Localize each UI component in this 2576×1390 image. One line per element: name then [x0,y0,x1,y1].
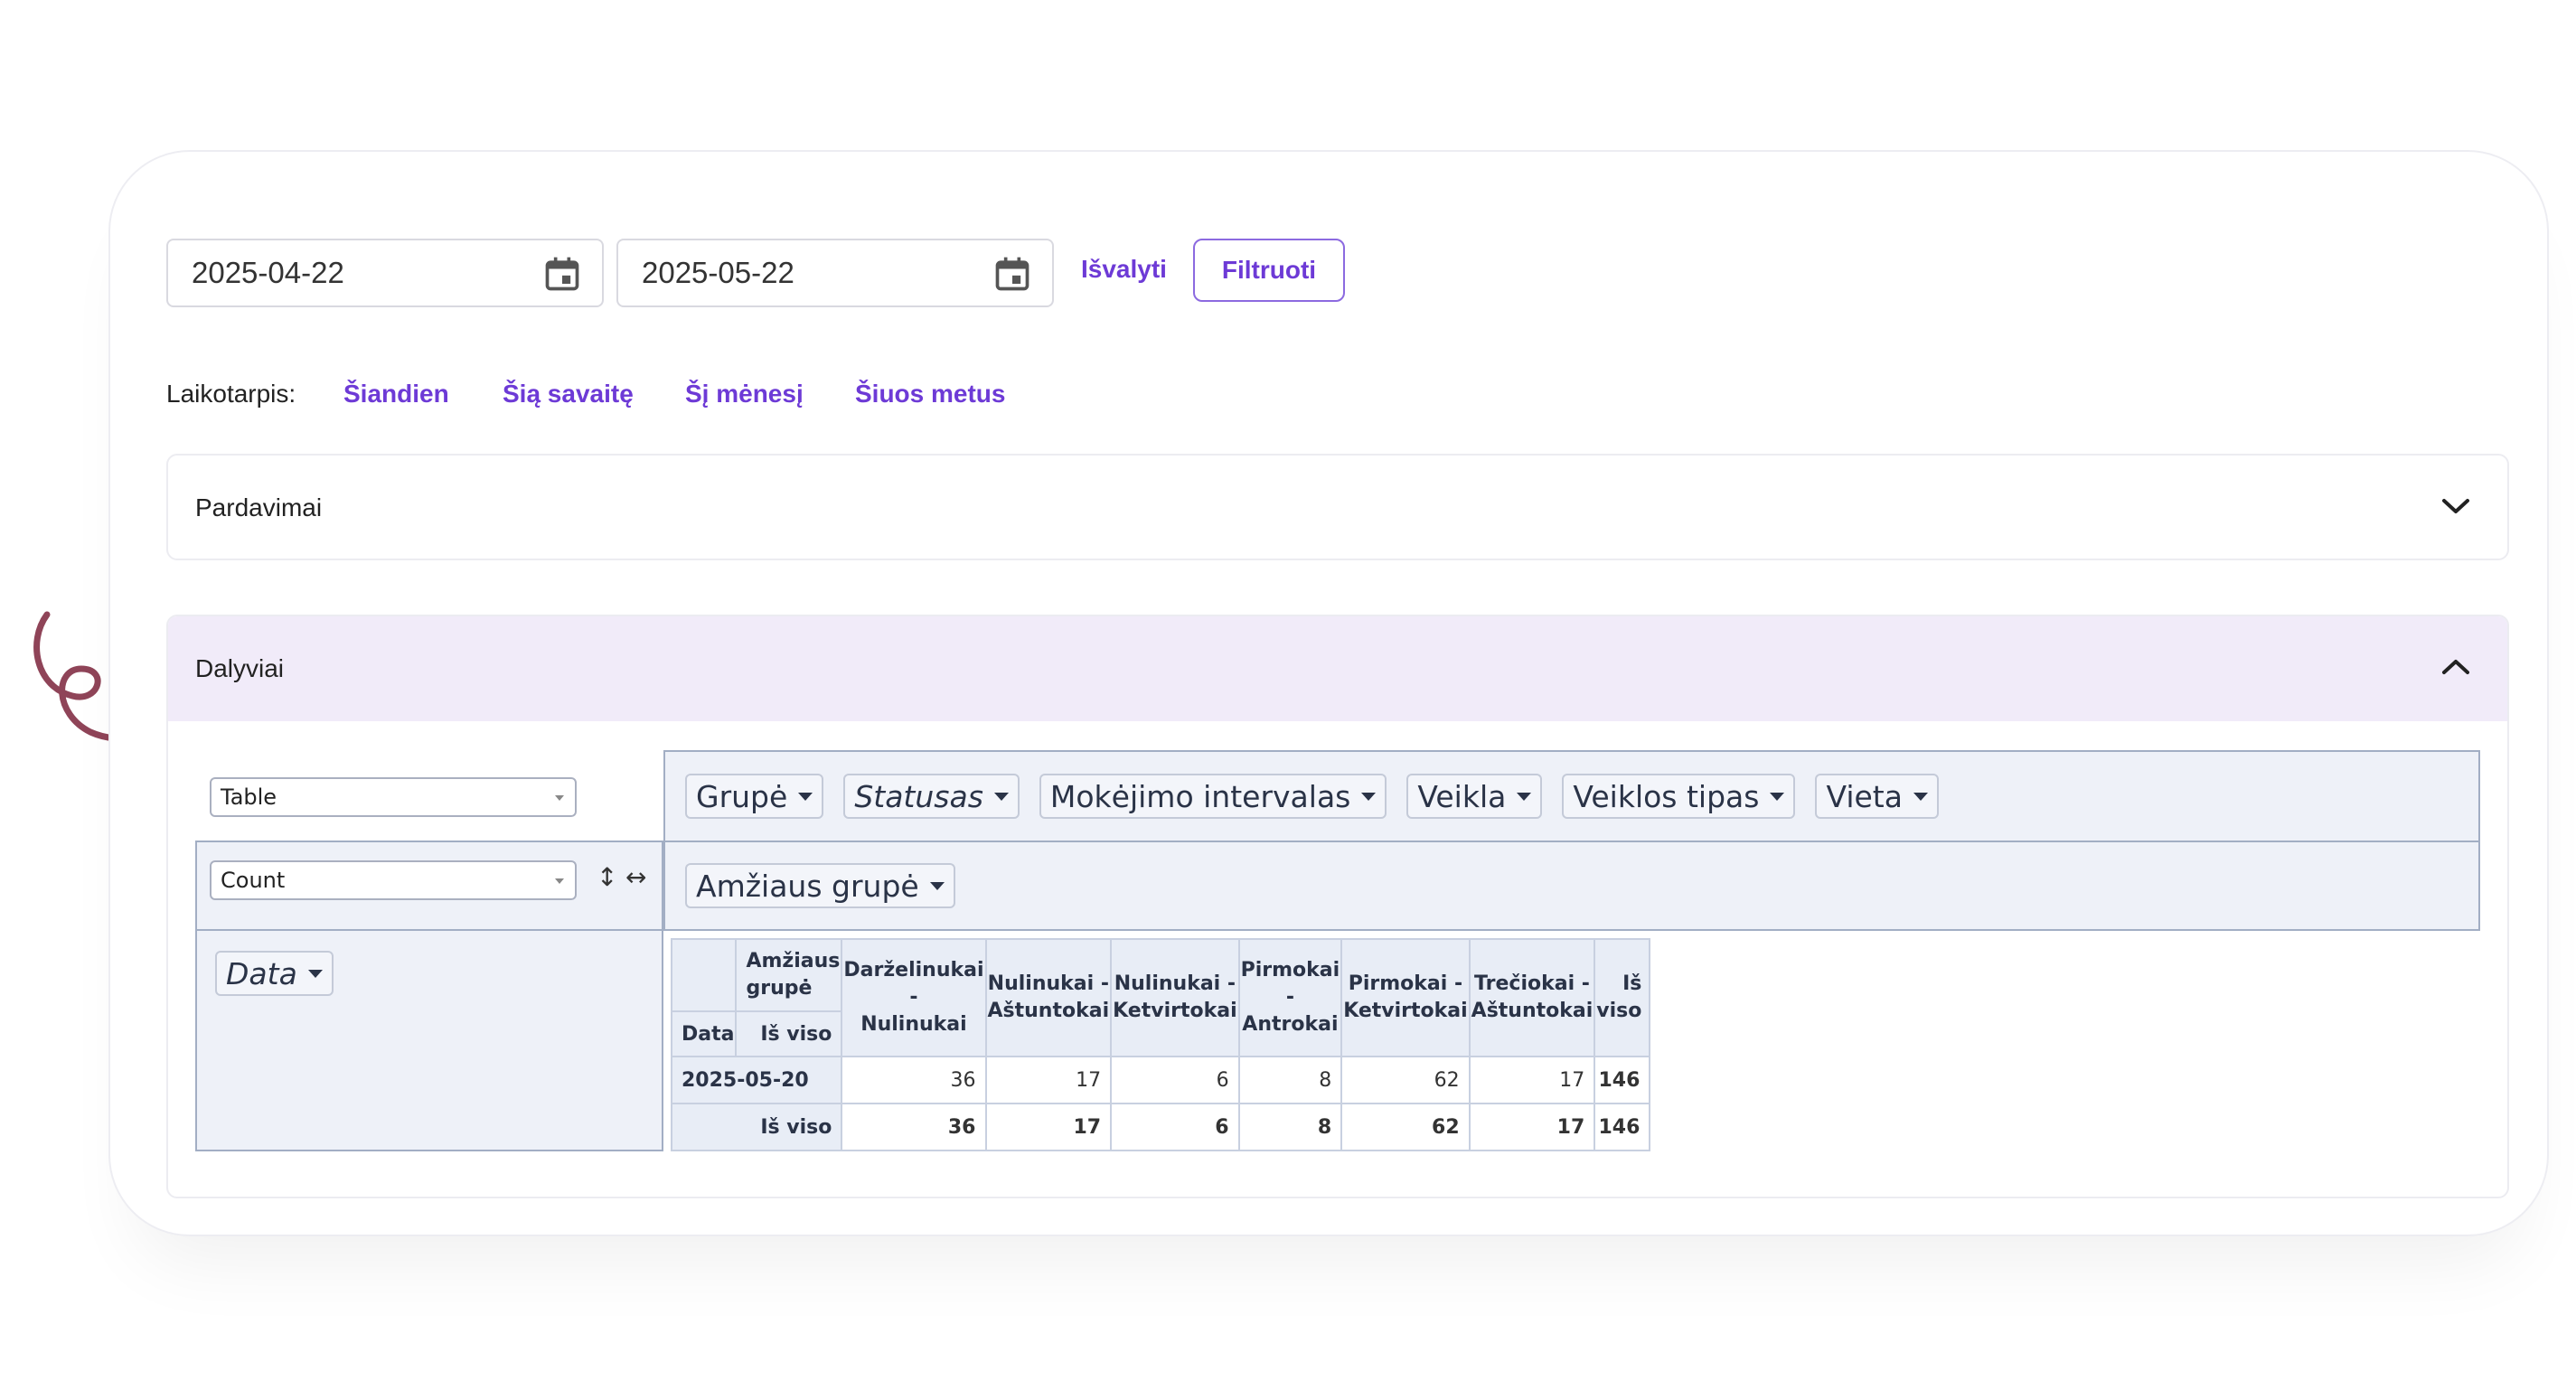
col-sort-toggle[interactable]: ↔ [625,862,646,892]
attr-pill-label: Data [226,955,297,991]
pivot-result-table: Amžiaus grupė Darželinukai - Nulinukai Nu… [670,938,1651,1151]
attr-pill-activity[interactable]: Veikla [1406,774,1543,819]
chevron-up-icon[interactable] [2440,656,2471,678]
date-to-value: 2025-05-22 [642,256,794,289]
attr-pill-age-group[interactable]: Amžiaus grupė [685,863,955,908]
totals-row-label: Iš viso [670,1103,843,1151]
attr-pill-label: Mokėjimo intervalas [1049,778,1351,814]
col-total-cell: 6 [1110,1103,1240,1151]
attr-pill-payment-interval[interactable]: Mokėjimo intervalas [1039,774,1387,819]
calendar-icon[interactable] [992,253,1032,295]
table-cell: 8 [1237,1056,1343,1104]
totals-row: Iš viso 36 17 6 8 62 17 146 [670,1103,1651,1151]
pivot-corner-cell [670,938,738,1012]
participants-panel-header[interactable]: Dalyviai [168,616,2507,721]
attr-pill-label: Statusas [854,778,983,814]
period-month-link[interactable]: Šį mėnesį [685,380,804,409]
col-header: Darželinukai - Nulinukai [841,938,987,1057]
col-header-line: Aštuntokai [987,1000,1110,1022]
filter-button[interactable]: Filtruoti [1193,239,1345,302]
row-sort-toggle[interactable]: ↕ [597,862,617,892]
clear-link[interactable]: Išvalyti [1081,255,1167,284]
date-from-value: 2025-04-22 [192,256,344,289]
col-total-header: Iš viso [1594,938,1651,1057]
attr-pill-label: Vieta [1826,778,1903,814]
col-total-cell: 17 [1468,1103,1596,1151]
table-cell: 17 [984,1056,1113,1104]
row-header: 2025-05-20 [670,1056,843,1104]
date-to-input[interactable]: 2025-05-22 [616,239,1054,307]
col-header-line: Ketvirtokai [1113,1000,1237,1022]
col-total-header-line: Iš [1622,972,1642,995]
col-header-line: Trečiokai - [1474,972,1590,995]
totals-label: Iš viso [735,1010,843,1057]
col-header-line: Darželinukai - [843,959,984,1009]
col-header: Pirmokai - Antrokai [1237,938,1343,1057]
aggregator-select[interactable]: Count [210,860,577,900]
col-header-line: Antrokai [1242,1013,1339,1036]
col-header: Nulinukai - Ketvirtokai [1110,938,1240,1057]
pivot-col-attrs-zone: Amžiaus grupė [663,841,2480,931]
col-header-line: Aštuntokai [1471,1000,1594,1022]
pivot-unused-attrs-zone: Grupė Statusas Mokėjimo intervalas Veikl… [663,750,2480,842]
attr-pill-label: Grupė [696,778,788,814]
period-year-link[interactable]: Šiuos metus [855,380,1005,409]
sales-panel-header[interactable]: Pardavimai [168,456,2507,560]
attr-pill-label: Veikla [1417,778,1507,814]
col-header-line: Nulinukai - [987,972,1109,995]
renderer-select-value: Table [221,784,277,810]
col-total-header-line: viso [1596,1000,1642,1022]
period-week-link[interactable]: Šią savaitę [503,380,634,409]
renderer-select[interactable]: Table [210,777,577,817]
attr-pill-label: Amžiaus grupė [696,868,919,904]
col-total-cell: 8 [1237,1103,1343,1151]
col-header-line: Pirmokai - [1240,959,1340,1009]
sales-panel: Pardavimai [166,454,2509,560]
col-header-line: Nulinukai [860,1013,967,1036]
col-header-line: Nulinukai - [1114,972,1236,995]
period-today-link[interactable]: Šiandien [343,380,449,409]
attr-pill-status[interactable]: Statusas [843,774,1020,819]
col-attr-label: Amžiaus grupė [735,938,843,1012]
row-attr-label: Data [670,1010,738,1057]
table-row: 2025-05-20 36 17 6 8 62 17 146 [670,1056,1651,1104]
attr-pill-activity-type[interactable]: Veiklos tipas [1562,774,1796,819]
period-label: Laikotarpis: [166,380,296,408]
chevron-down-icon[interactable] [2440,495,2471,517]
table-cell: 6 [1110,1056,1240,1104]
table-cell: 17 [1468,1056,1596,1104]
aggregator-select-value: Count [221,868,286,893]
col-total-cell: 17 [984,1103,1113,1151]
attr-pill-label: Veiklos tipas [1573,778,1760,814]
attr-pill-group[interactable]: Grupė [685,774,824,819]
col-header: Pirmokai - Ketvirtokai [1340,938,1471,1057]
date-from-input[interactable]: 2025-04-22 [166,239,604,307]
col-total-cell: 62 [1340,1103,1471,1151]
grand-total-cell: 146 [1594,1103,1651,1151]
col-header: Nulinukai - Aštuntokai [984,938,1113,1057]
col-header-line: Pirmokai - [1348,972,1463,995]
row-total-cell: 146 [1594,1056,1651,1104]
attr-pill-date[interactable]: Data [215,951,334,996]
calendar-icon[interactable] [542,253,582,295]
table-cell: 62 [1340,1056,1471,1104]
sales-panel-title: Pardavimai [195,493,323,521]
col-header-line: Ketvirtokai [1343,1000,1468,1022]
col-header: Trečiokai - Aštuntokai [1468,938,1596,1057]
table-cell: 36 [841,1056,987,1104]
participants-panel-title: Dalyviai [195,654,285,682]
attr-pill-location[interactable]: Vieta [1815,774,1939,819]
col-total-cell: 36 [841,1103,987,1151]
